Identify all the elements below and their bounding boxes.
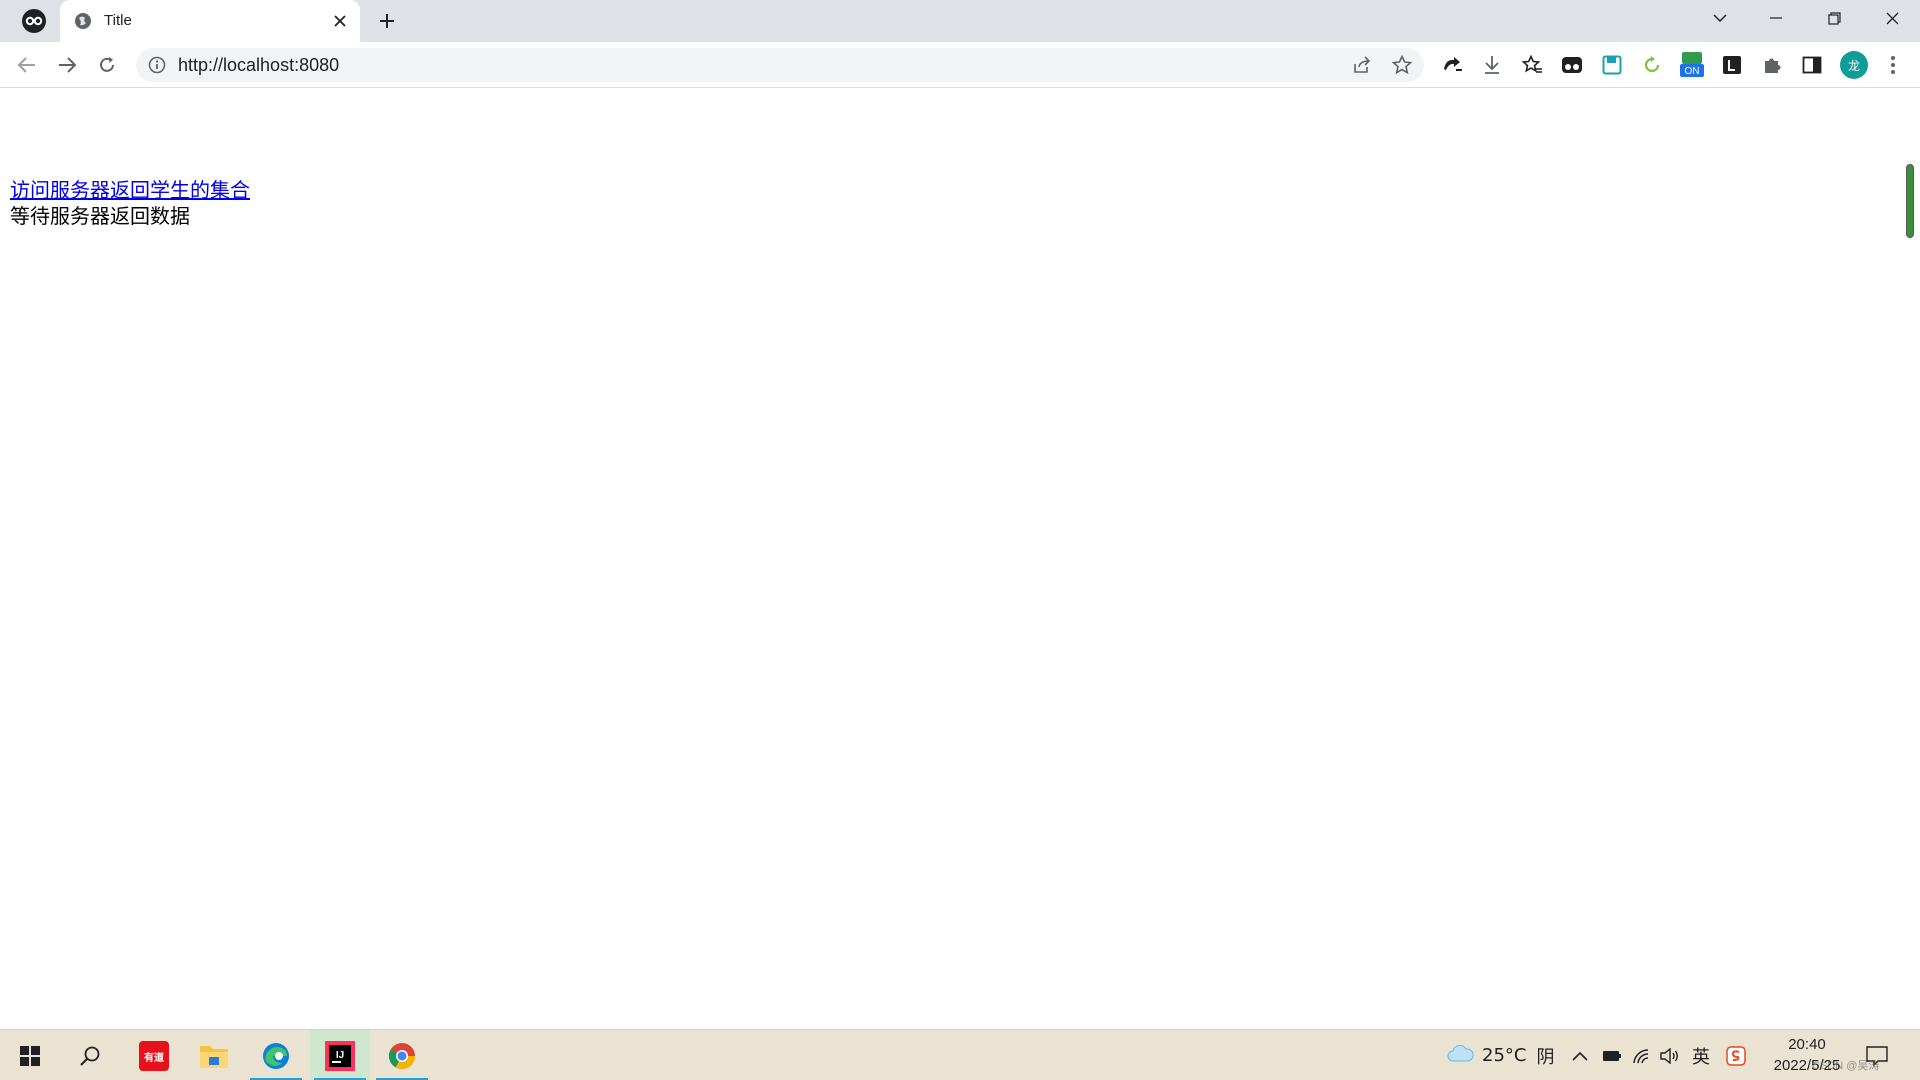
- youdao-label: 有道: [144, 1051, 164, 1064]
- site-info-icon[interactable]: [148, 56, 166, 74]
- globe-icon: [74, 12, 92, 30]
- weather-temperature: 25°C: [1482, 1045, 1527, 1066]
- file-explorer-icon[interactable]: [184, 1030, 244, 1080]
- close-window-button[interactable]: [1864, 0, 1920, 36]
- chrome-icon[interactable]: [372, 1030, 432, 1080]
- save-extension-icon[interactable]: [1599, 53, 1625, 77]
- tab-active[interactable]: Title: [60, 0, 360, 42]
- weather-widget[interactable]: 25°C 阴: [1446, 1030, 1554, 1080]
- new-tab-button[interactable]: [376, 10, 398, 32]
- scrollbar-thumb[interactable]: [1906, 164, 1914, 238]
- edge-browser-icon[interactable]: [246, 1030, 306, 1080]
- on-toggle-extension-icon[interactable]: ON: [1679, 52, 1705, 77]
- youdao-dictionary-icon[interactable]: 有道: [124, 1030, 184, 1080]
- sogou-input-icon[interactable]: [1726, 1030, 1746, 1080]
- tab-title: Title: [104, 12, 132, 29]
- browser-toolbar: http://localhost:8080 ON 龙: [0, 42, 1920, 88]
- windows-taskbar: 有道 IJ 25°C 阴 英 20:40 2022/5/25: [0, 1029, 1920, 1080]
- extensions-puzzle-icon[interactable]: [1759, 53, 1785, 77]
- tab-strip: Title: [0, 0, 1920, 42]
- cloud-icon: [1446, 1043, 1474, 1068]
- bookmark-star-icon[interactable]: [1389, 53, 1415, 77]
- profile-avatar[interactable]: 龙: [1840, 51, 1868, 79]
- forward-button[interactable]: [52, 50, 82, 80]
- volume-icon[interactable]: [1660, 1030, 1680, 1080]
- start-button[interactable]: [0, 1030, 60, 1080]
- wifi-icon[interactable]: [1632, 1030, 1650, 1080]
- search-icon[interactable]: [60, 1030, 120, 1080]
- tab-search-chevron-icon[interactable]: [1692, 0, 1748, 36]
- incognito-icon[interactable]: [22, 9, 46, 33]
- back-button[interactable]: [12, 50, 42, 80]
- show-hidden-icons-icon[interactable]: [1572, 1030, 1588, 1080]
- menu-kebab-icon[interactable]: [1880, 53, 1906, 77]
- minimize-button[interactable]: [1748, 0, 1804, 36]
- address-bar[interactable]: http://localhost:8080: [136, 48, 1424, 82]
- status-text: 等待服务器返回数据: [10, 204, 190, 228]
- reload-button[interactable]: [92, 50, 122, 80]
- share-icon[interactable]: [1349, 53, 1375, 77]
- weather-condition: 阴: [1536, 1046, 1555, 1068]
- starred-list-icon[interactable]: [1519, 53, 1545, 77]
- input-method-indicator[interactable]: 英: [1692, 1030, 1710, 1080]
- intellij-idea-icon[interactable]: IJ: [310, 1030, 370, 1080]
- watermark-text: CSDN @吴涛: [1812, 1060, 1880, 1072]
- svg-text:IJ: IJ: [336, 1050, 344, 1061]
- extension-badge-text: ON: [1685, 66, 1700, 77]
- download-icon[interactable]: [1479, 53, 1505, 77]
- tampermonkey-icon[interactable]: [1559, 53, 1585, 77]
- restore-button[interactable]: [1806, 0, 1862, 36]
- clock-time: 20:40: [1788, 1036, 1826, 1053]
- url-text[interactable]: http://localhost:8080: [178, 56, 339, 74]
- fetch-students-link[interactable]: 访问服务器返回学生的集合: [10, 177, 250, 203]
- close-tab-icon[interactable]: [330, 11, 350, 31]
- green-refresh-icon[interactable]: [1639, 53, 1665, 77]
- refresh-extension-icon[interactable]: [1440, 53, 1466, 77]
- battery-icon[interactable]: [1602, 1030, 1622, 1080]
- page-viewport: 访问服务器返回学生的集合 等待服务器返回数据: [0, 89, 1920, 1029]
- side-panel-icon[interactable]: [1799, 53, 1825, 77]
- lastpass-style-icon[interactable]: [1719, 53, 1745, 77]
